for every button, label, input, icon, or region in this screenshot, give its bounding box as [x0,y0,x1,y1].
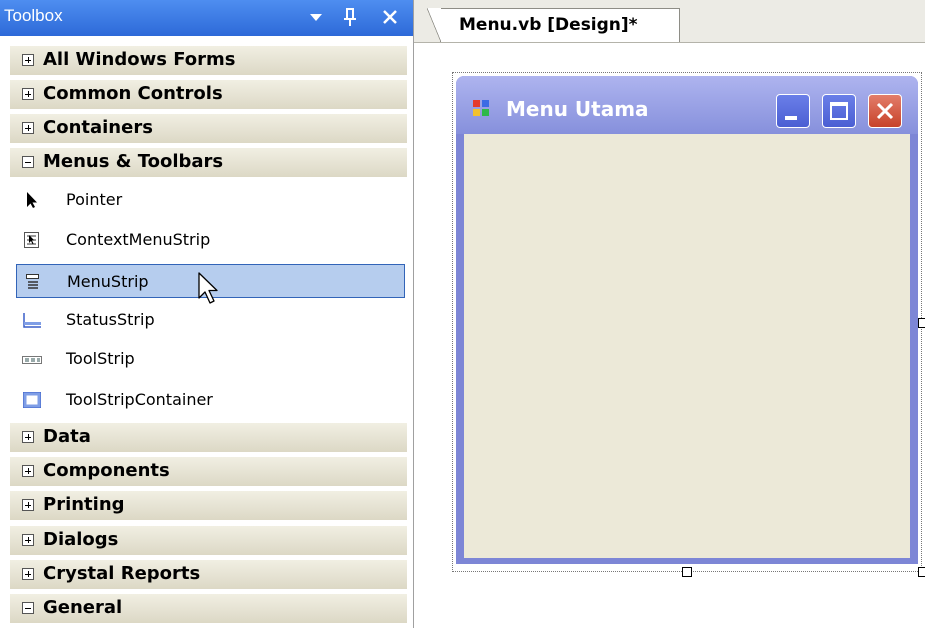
category-dialogs[interactable]: Dialogs [10,526,407,555]
resize-handle-right[interactable] [918,318,925,328]
item-label: ContextMenuStrip [66,230,211,249]
toolbox-title: Toolbox [4,6,63,25]
category-common-controls[interactable]: Common Controls [10,80,407,109]
category-label: Dialogs [43,529,119,550]
mouse-cursor-icon [198,272,218,304]
category-label: General [43,597,123,618]
expand-plus-icon[interactable] [22,499,34,511]
collapse-minus-icon[interactable] [22,602,34,614]
category-label: All Windows Forms [43,49,236,70]
category-components[interactable]: Components [10,457,407,486]
expand-plus-icon[interactable] [22,534,34,546]
item-label: ToolStrip [66,349,135,368]
expand-plus-icon[interactable] [22,54,34,66]
collapse-minus-icon[interactable] [22,156,34,168]
category-label: Common Controls [43,83,223,104]
close-icon [876,102,894,120]
resize-handle-bottom[interactable] [682,567,692,577]
form-title: Menu Utama [506,97,649,121]
category-all-windows-forms[interactable]: All Windows Forms [10,46,407,75]
item-label: StatusStrip [66,310,155,329]
category-general[interactable]: General [10,594,407,623]
expand-plus-icon[interactable] [22,465,34,477]
close-icon[interactable] [377,4,403,30]
contextmenustrip-icon [22,231,42,249]
toolbox-item-statusstrip[interactable]: StatusStrip [16,303,405,337]
maximize-button[interactable] [822,94,856,128]
pin-icon[interactable] [337,4,363,30]
tab-menu-design[interactable]: Menu.vb [Design]* [427,8,680,42]
designer-area: Menu.vb [Design]* Menu Utama [414,0,925,628]
form-window[interactable]: Menu Utama [456,76,918,564]
form-close-button[interactable] [868,94,902,128]
pointer-icon [22,191,42,209]
menustrip-icon [23,273,43,291]
toolbox-titlebar: Toolbox [0,0,413,36]
statusstrip-icon [22,311,42,329]
category-label: Menus & Toolbars [43,151,224,172]
tab-label: Menu.vb [Design]* [459,15,638,35]
category-label: Components [43,460,170,481]
expand-plus-icon[interactable] [22,122,34,134]
category-menus-toolbars[interactable]: Menus & Toolbars [10,148,407,177]
item-label: ToolStripContainer [66,390,213,409]
category-containers[interactable]: Containers [10,114,407,143]
document-tabstrip: Menu.vb [Design]* [414,0,925,43]
item-label: MenuStrip [67,272,149,291]
toolbox-panel: Toolbox All Windows Forms Common Control… [0,0,414,628]
category-label: Containers [43,117,153,138]
category-crystal-reports[interactable]: Crystal Reports [10,560,407,589]
category-printing[interactable]: Printing [10,491,407,520]
toolbox-item-toolstripcontainer[interactable]: ToolStripContainer [16,383,405,417]
expand-plus-icon[interactable] [22,88,34,100]
category-data[interactable]: Data [10,423,407,452]
toolstripcontainer-icon [22,391,42,409]
minimize-button[interactable] [776,94,810,128]
toolbox-item-toolstrip[interactable]: ToolStrip [16,342,405,376]
form-client-area[interactable] [464,134,910,558]
dropdown-arrow-icon[interactable] [303,4,329,30]
category-label: Data [43,426,91,447]
toolstrip-icon [22,350,42,368]
resize-handle-bottom-right[interactable] [918,567,925,577]
expand-plus-icon[interactable] [22,568,34,580]
category-label: Printing [43,494,125,515]
form-app-icon [472,99,490,117]
expand-plus-icon[interactable] [22,431,34,443]
item-label: Pointer [66,190,123,209]
form-titlebar[interactable]: Menu Utama [456,76,918,134]
toolbox-item-contextmenustrip[interactable]: ContextMenuStrip [16,223,405,257]
category-label: Crystal Reports [43,563,201,584]
toolbox-item-pointer[interactable]: Pointer [16,183,405,217]
